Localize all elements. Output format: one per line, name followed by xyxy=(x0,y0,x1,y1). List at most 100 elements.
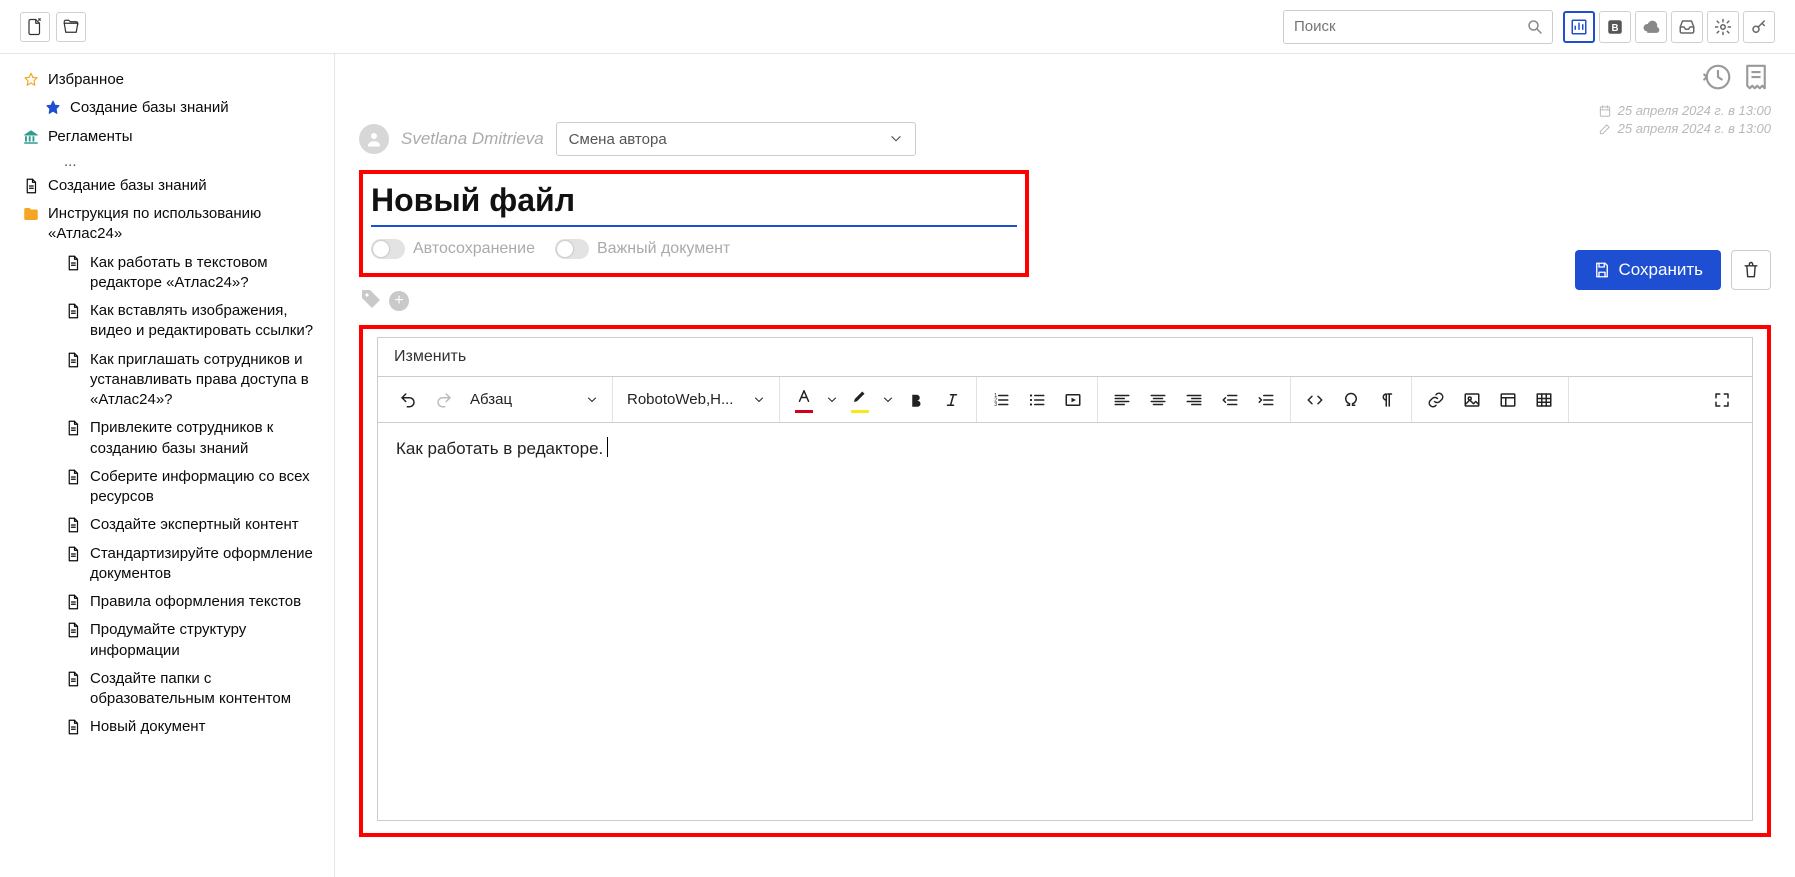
image-button[interactable] xyxy=(1456,384,1488,416)
calendar-icon xyxy=(1598,104,1612,118)
paragraph-label: Абзац xyxy=(470,391,512,408)
sidebar-create-kb[interactable]: Создание базы знаний xyxy=(20,172,326,200)
template-button[interactable] xyxy=(1492,384,1524,416)
sidebar-doc-item[interactable]: Правила оформления текстов xyxy=(62,588,326,616)
search-icon[interactable] xyxy=(1518,18,1552,36)
save-icon xyxy=(1593,261,1611,279)
document-icon xyxy=(64,351,82,369)
blog-button[interactable] xyxy=(1599,11,1631,43)
editor-content[interactable]: Как работать в редакторе. xyxy=(378,423,1752,820)
stats-button[interactable] xyxy=(1563,11,1595,43)
sidebar-doc-item[interactable]: Как вставлять изображения, видео и редак… xyxy=(62,297,326,346)
sidebar-label: Правила оформления текстов xyxy=(90,592,324,612)
document-icon xyxy=(64,516,82,534)
redo-button[interactable] xyxy=(428,384,460,416)
document-icon xyxy=(64,593,82,611)
autosave-toggle[interactable] xyxy=(371,239,405,259)
sidebar-doc-item[interactable]: Соберите информацию со всех ресурсов xyxy=(62,463,326,512)
highlight-button[interactable] xyxy=(844,384,876,416)
editor-toolbar: Абзац RobotoWeb,H... xyxy=(378,377,1752,423)
editor-section-highlight: Изменить Абзац RobotoWeb,H... xyxy=(359,325,1771,837)
important-toggle[interactable] xyxy=(555,239,589,259)
sidebar-label: Избранное xyxy=(48,70,324,90)
show-formatting-button[interactable] xyxy=(1371,384,1403,416)
code-button[interactable] xyxy=(1299,384,1331,416)
editor-tab-edit[interactable]: Изменить xyxy=(378,338,1752,377)
align-right-button[interactable] xyxy=(1178,384,1210,416)
star-fill-icon xyxy=(44,99,62,117)
highlight-dropdown[interactable] xyxy=(880,384,896,416)
sidebar-label: Создайте папки с образовательным контент… xyxy=(90,669,324,710)
fullscreen-button[interactable] xyxy=(1706,384,1738,416)
outdent-button[interactable] xyxy=(1214,384,1246,416)
main-content: 25 апреля 2024 г. в 13:00 25 апреля 2024… xyxy=(335,54,1795,877)
italic-button[interactable] xyxy=(936,384,968,416)
sidebar-doc-item[interactable]: Создайте папки с образовательным контент… xyxy=(62,665,326,714)
important-label: Важный документ xyxy=(597,240,730,258)
delete-button[interactable] xyxy=(1731,250,1771,290)
font-select[interactable]: RobotoWeb,H... xyxy=(621,384,771,416)
receipt-button[interactable] xyxy=(1741,62,1771,92)
sidebar-doc-item[interactable]: Стандартизируйте оформление документов xyxy=(62,540,326,589)
sidebar-favorites[interactable]: Избранное xyxy=(20,66,326,94)
unordered-list-button[interactable] xyxy=(1021,384,1053,416)
document-title-input[interactable] xyxy=(371,180,1017,227)
paragraph-select[interactable]: Абзац xyxy=(464,384,604,416)
autosave-label: Автосохранение xyxy=(413,240,535,258)
sidebar-doc-item[interactable]: Продумайте структуру информации xyxy=(62,616,326,665)
cloud-button[interactable] xyxy=(1635,11,1667,43)
table-button[interactable] xyxy=(1528,384,1560,416)
folder-icon xyxy=(22,205,40,223)
save-button[interactable]: Сохранить xyxy=(1575,250,1721,290)
tag-icon xyxy=(359,287,383,315)
document-icon xyxy=(64,254,82,272)
sidebar-label: Соберите информацию со всех ресурсов xyxy=(90,467,324,508)
sidebar-ellipsis[interactable]: ... xyxy=(62,151,326,172)
align-center-button[interactable] xyxy=(1142,384,1174,416)
admin-button[interactable] xyxy=(1743,11,1775,43)
search-input-wrap[interactable] xyxy=(1283,10,1553,44)
document-icon xyxy=(64,718,82,736)
text-color-dropdown[interactable] xyxy=(824,384,840,416)
indent-button[interactable] xyxy=(1250,384,1282,416)
open-folder-button[interactable] xyxy=(56,12,86,42)
new-file-button[interactable] xyxy=(20,12,50,42)
document-icon xyxy=(64,670,82,688)
align-left-button[interactable] xyxy=(1106,384,1138,416)
sidebar-instructions-folder[interactable]: Инструкция по использованию «Атлас24» xyxy=(20,200,326,249)
sidebar-doc-item[interactable]: Как работать в текстовом редакторе «Атла… xyxy=(62,249,326,298)
avatar-icon xyxy=(359,124,389,154)
video-button[interactable] xyxy=(1057,384,1089,416)
link-button[interactable] xyxy=(1420,384,1452,416)
star-outline-icon xyxy=(22,71,40,89)
history-button[interactable] xyxy=(1703,62,1733,92)
document-icon xyxy=(64,621,82,639)
inbox-button[interactable] xyxy=(1671,11,1703,43)
editor-panel: Изменить Абзац RobotoWeb,H... xyxy=(377,337,1753,821)
sidebar-doc-item[interactable]: Как приглашать сотрудников и устанавлива… xyxy=(62,346,326,415)
sidebar-reglaments[interactable]: Регламенты xyxy=(20,123,326,151)
bold-button[interactable] xyxy=(900,384,932,416)
change-author-select[interactable]: Смена автора xyxy=(556,122,916,156)
document-icon xyxy=(64,468,82,486)
author-row: Svetlana Dmitrieva Смена автора xyxy=(359,122,1771,156)
sidebar-label: Новый документ xyxy=(90,717,324,737)
special-char-button[interactable] xyxy=(1335,384,1367,416)
undo-button[interactable] xyxy=(392,384,424,416)
sidebar-doc-item[interactable]: Новый документ xyxy=(62,713,326,741)
document-icon xyxy=(64,545,82,563)
chevron-down-icon xyxy=(753,394,765,406)
sidebar-label: Регламенты xyxy=(48,127,324,147)
sidebar-doc-item[interactable]: Привлеките сотрудников к созданию базы з… xyxy=(62,414,326,463)
sidebar-doc-item[interactable]: Создайте экспертный контент xyxy=(62,511,326,539)
settings-button[interactable] xyxy=(1707,11,1739,43)
add-tag-button[interactable]: + xyxy=(389,291,409,311)
text-color-button[interactable] xyxy=(788,384,820,416)
editor-text: Как работать в редакторе. xyxy=(396,439,608,458)
ordered-list-button[interactable] xyxy=(985,384,1017,416)
sidebar-label: Стандартизируйте оформление документов xyxy=(90,544,324,585)
search-input[interactable] xyxy=(1284,18,1518,35)
document-icon xyxy=(22,177,40,195)
sidebar-fav-child[interactable]: Создание базы знаний xyxy=(42,94,326,122)
top-bar xyxy=(0,0,1795,54)
